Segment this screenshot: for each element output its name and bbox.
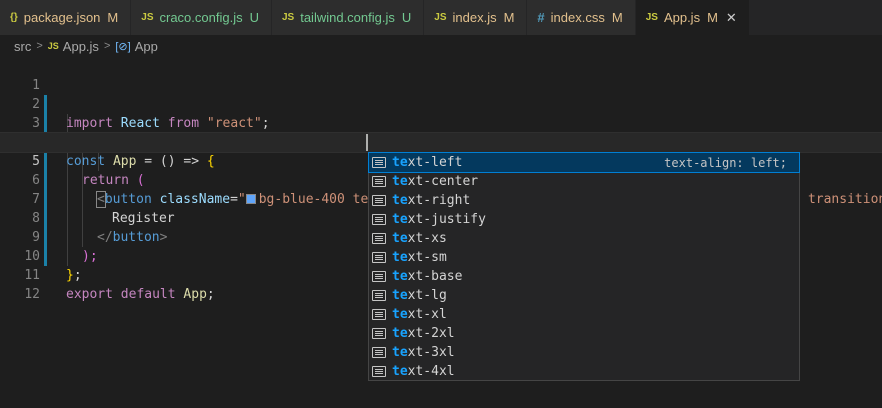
text-snippet-icon — [372, 290, 386, 301]
suggestion-label: xt-lg — [407, 288, 447, 303]
tab-app-js[interactable]: JS App.js M ✕ — [635, 0, 750, 35]
breadcrumb-file[interactable]: App.js — [63, 39, 99, 54]
suggestion-label: xt-left — [407, 155, 463, 170]
js-file-icon: JS — [645, 12, 658, 23]
text-snippet-icon — [372, 252, 386, 263]
current-line: 5 <button className="bg-blue-400 te text… — [0, 132, 882, 208]
suggestion-item[interactable]: te xt-lg — [369, 286, 799, 305]
suggestion-match: te — [392, 288, 408, 303]
suggestion-match: te — [392, 326, 408, 341]
keyword-default: default — [120, 287, 176, 302]
text-cursor — [366, 134, 368, 151]
suggestion-item[interactable]: te xt-sm — [369, 248, 799, 267]
code-line: 3 const App = () => { — [0, 95, 882, 169]
tab-craco-config[interactable]: JS craco.config.js U — [131, 0, 272, 35]
breadcrumb: src > JS App.js > [⊘] App — [0, 35, 882, 57]
autocomplete-suggestions[interactable]: te xt-left text-align: left; te xt-center te x… — [368, 152, 800, 381]
tab-label: package.json — [23, 10, 101, 25]
text-snippet-icon — [372, 328, 386, 339]
js-file-icon: JS — [281, 12, 295, 23]
suggestion-match: te — [392, 212, 408, 227]
css-file-icon: # — [537, 10, 545, 25]
suggestion-label: xt-right — [407, 193, 471, 208]
suggestion-match: te — [392, 307, 408, 322]
text-snippet-icon — [372, 233, 386, 244]
js-file-icon: JS — [434, 12, 447, 23]
suggestion-item[interactable]: te xt-left text-align: left; — [368, 152, 800, 173]
tab-label: index.css — [550, 10, 605, 25]
tab-index-js[interactable]: JS index.js M — [424, 0, 528, 35]
suggestion-match: te — [392, 174, 408, 189]
suggestion-item[interactable]: te xt-justify — [369, 210, 799, 229]
suggestion-label: xt-4xl — [407, 364, 455, 379]
text-snippet-icon — [372, 195, 386, 206]
keyword-export: export — [66, 287, 113, 302]
code-line: 2 — [0, 76, 882, 133]
text-snippet-icon — [372, 347, 386, 358]
variable-symbol-icon: [⊘] — [115, 40, 131, 53]
tab-package-json[interactable]: {} package.json M — [0, 0, 132, 35]
suggestion-label: xt-base — [407, 269, 463, 284]
tab-status: U — [249, 10, 259, 25]
close-icon[interactable]: ✕ — [726, 10, 737, 26]
suggestion-label: xt-xl — [407, 307, 447, 322]
suggestion-item[interactable]: te xt-4xl — [369, 362, 799, 381]
tab-status: U — [401, 10, 412, 25]
tab-label: index.js — [452, 10, 497, 25]
suggestion-label: xt-sm — [407, 250, 447, 265]
suggestion-match: te — [392, 193, 408, 208]
suggestion-match: te — [392, 345, 408, 360]
tab-status: M — [503, 10, 515, 25]
tab-tailwind-config[interactable]: JS tailwind.config.js U — [271, 0, 425, 35]
tab-label: tailwind.config.js — [300, 10, 395, 25]
suggestion-label: xt-xs — [407, 231, 447, 246]
text-snippet-icon — [372, 271, 386, 282]
editor-tab-bar: {} package.json M JS craco.config.js U J… — [0, 0, 882, 35]
tab-status: M — [707, 10, 718, 25]
text-snippet-icon — [372, 309, 386, 320]
tab-label: App.js — [663, 10, 701, 25]
suggestion-item[interactable]: te xt-3xl — [369, 343, 799, 362]
breadcrumb-folder[interactable]: src — [14, 39, 31, 54]
text-snippet-icon — [372, 366, 386, 377]
code-line: 4 return ( — [0, 114, 882, 188]
code-line: 1 import React from "react"; — [0, 57, 882, 131]
suggestion-label: xt-3xl — [407, 345, 455, 360]
js-file-icon: JS — [141, 12, 154, 23]
tab-label: craco.config.js — [159, 10, 243, 25]
breadcrumb-symbol[interactable]: App — [135, 39, 158, 54]
text-snippet-icon — [372, 214, 386, 225]
js-file-icon: JS — [47, 41, 59, 51]
semicolon: ; — [206, 287, 215, 302]
text-snippet-icon — [372, 176, 386, 187]
tab-status: M — [107, 10, 119, 25]
json-file-icon: {} — [10, 12, 18, 23]
chevron-right-icon: > — [36, 40, 43, 52]
suggestion-label: xt-2xl — [407, 326, 455, 341]
line-number: 12 — [24, 287, 40, 302]
suggestion-match: te — [392, 269, 408, 284]
chevron-right-icon: > — [103, 40, 111, 52]
suggestion-match: te — [392, 231, 408, 246]
identifier-app: App — [183, 287, 207, 302]
suggestion-item[interactable]: te xt-xl — [369, 305, 799, 324]
suggestion-match: te — [392, 364, 408, 379]
suggestion-item[interactable]: te xt-xs — [369, 229, 799, 248]
tab-index-css[interactable]: # index.css M — [527, 0, 636, 35]
suggestion-detail: text-align: left; — [664, 155, 787, 170]
suggestion-item[interactable]: te xt-center — [369, 172, 799, 191]
tab-status: M — [611, 10, 623, 25]
code-editor[interactable]: 1 import React from "react"; 2 3 const A… — [0, 57, 882, 408]
suggestion-match: te — [392, 155, 408, 170]
suggestion-item[interactable]: te xt-2xl — [369, 324, 799, 343]
suggestion-match: te — [392, 250, 408, 265]
suggestion-item[interactable]: te xt-base — [369, 267, 799, 286]
suggestion-label: xt-justify — [407, 212, 486, 227]
text-snippet-icon — [372, 157, 386, 168]
suggestion-label: xt-center — [407, 174, 479, 189]
suggestion-item[interactable]: te xt-right — [369, 191, 799, 210]
